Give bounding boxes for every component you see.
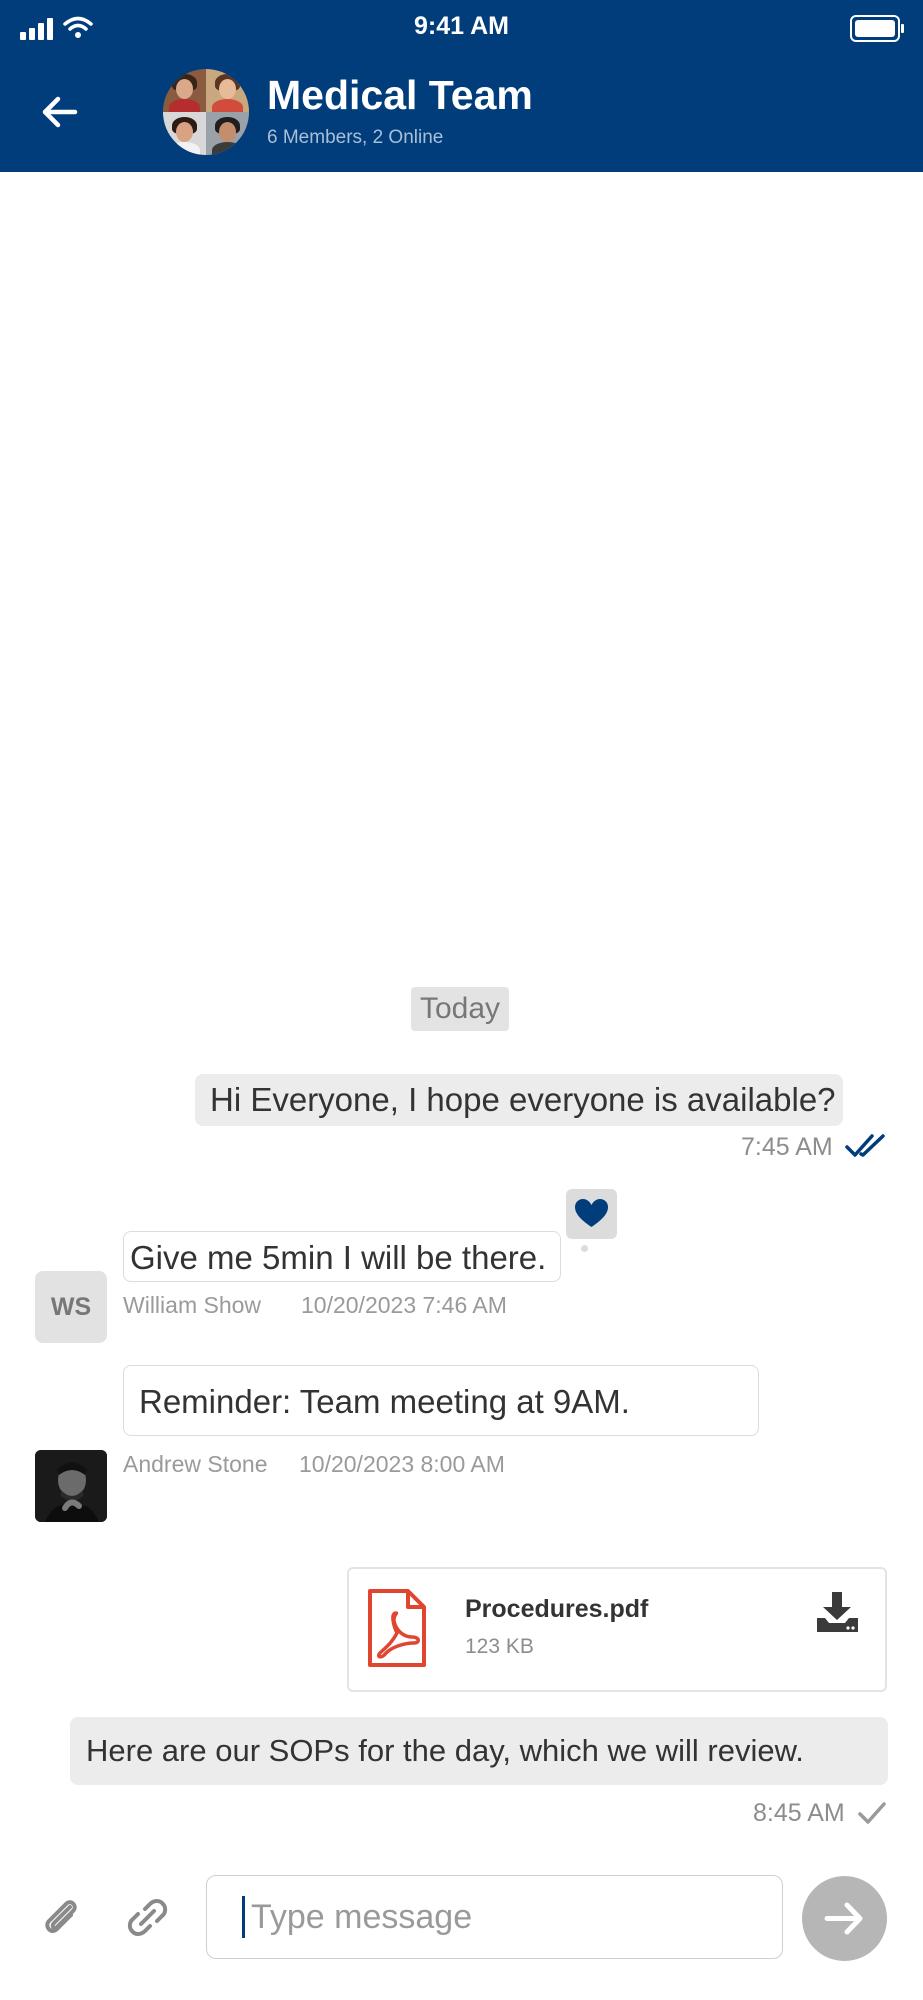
message-bubble-incoming[interactable]: Reminder: Team meeting at 9AM. bbox=[123, 1365, 759, 1436]
text-cursor bbox=[242, 1896, 245, 1938]
group-avatar[interactable] bbox=[163, 69, 249, 155]
reaction-tail bbox=[581, 1245, 588, 1252]
arrow-left-icon bbox=[42, 96, 78, 128]
pdf-file-icon bbox=[366, 1587, 428, 1669]
double-check-icon bbox=[845, 1132, 887, 1160]
send-button[interactable] bbox=[802, 1876, 887, 1961]
file-name: Procedures.pdf bbox=[465, 1595, 649, 1623]
day-divider: Today bbox=[411, 987, 509, 1031]
status-time: 9:41 AM bbox=[414, 12, 509, 40]
paperclip-icon bbox=[45, 1900, 77, 1933]
message-timestamp: 10/20/2023 8:00 AM bbox=[299, 1451, 505, 1477]
file-size: 123 KB bbox=[465, 1635, 534, 1658]
reaction-badge[interactable] bbox=[566, 1189, 617, 1239]
message-timestamp: 10/20/2023 7:46 AM bbox=[301, 1292, 507, 1318]
link-icon bbox=[127, 1899, 168, 1936]
chat-title: Medical Team bbox=[267, 72, 533, 118]
back-button[interactable] bbox=[30, 84, 90, 144]
avatar[interactable]: WS bbox=[35, 1271, 107, 1343]
message-input-placeholder: Type message bbox=[251, 1898, 473, 1936]
sender-name: William Show bbox=[123, 1292, 262, 1318]
heart-icon bbox=[575, 1199, 608, 1227]
battery-icon bbox=[850, 15, 906, 42]
message-time: 8:45 AM bbox=[753, 1799, 845, 1827]
message-bubble-incoming[interactable]: Give me 5min I will be there. bbox=[123, 1231, 561, 1282]
chat-subtitle: 6 Members, 2 Online bbox=[267, 127, 444, 148]
avatar[interactable] bbox=[35, 1450, 107, 1522]
download-icon bbox=[817, 1592, 858, 1632]
sender-name: Andrew Stone bbox=[123, 1451, 268, 1477]
link-button[interactable] bbox=[125, 1895, 170, 1940]
arrow-right-icon bbox=[824, 1902, 863, 1935]
attach-button[interactable] bbox=[40, 1895, 85, 1940]
check-icon bbox=[857, 1799, 887, 1827]
download-button[interactable] bbox=[815, 1590, 860, 1635]
message-bubble-outgoing[interactable]: Hi Everyone, I hope everyone is availabl… bbox=[195, 1074, 843, 1126]
message-time: 7:45 AM bbox=[741, 1133, 833, 1161]
chat-header: 9:41 AM Medical Team 6 Members, 2 Online bbox=[0, 0, 923, 172]
message-bubble-outgoing[interactable]: Here are our SOPs for the day, which we … bbox=[70, 1717, 888, 1785]
file-attachment[interactable] bbox=[347, 1567, 887, 1692]
